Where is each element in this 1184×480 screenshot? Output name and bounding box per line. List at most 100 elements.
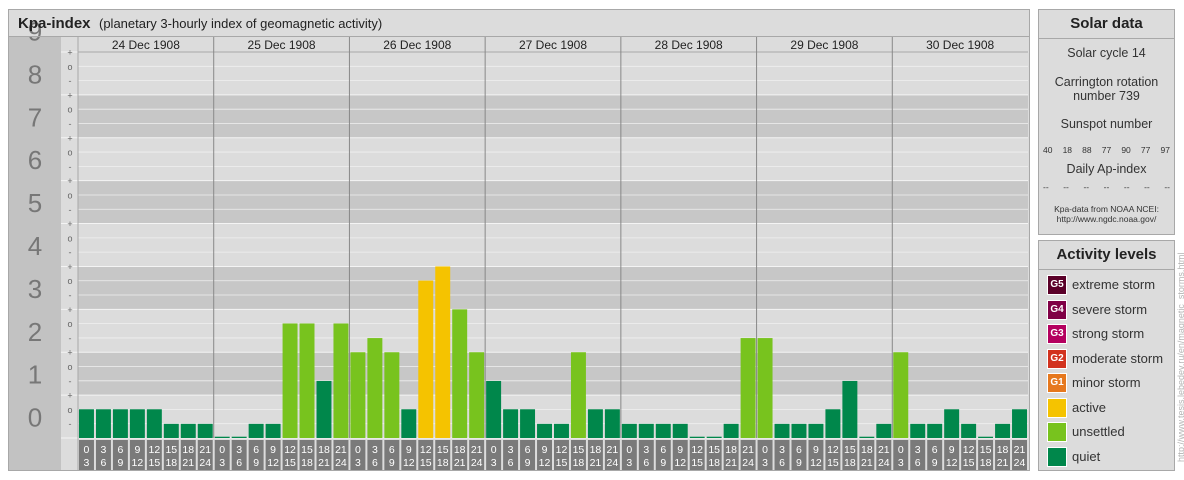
sub-tick-label: o [67, 362, 72, 372]
hour-end-label: 18 [980, 457, 992, 469]
sunspot-value-4: 90 [1121, 145, 1131, 155]
kp-bar [859, 436, 875, 438]
hour-end-label: 3 [491, 457, 497, 469]
activity-level-label: severe storm [1072, 301, 1148, 317]
hour-start-label: 21 [1014, 444, 1026, 456]
hour-end-label: 9 [117, 457, 123, 469]
hour-end-label: 18 [301, 457, 313, 469]
hour-end-label: 9 [660, 457, 666, 469]
hour-end-label: 15 [148, 457, 160, 469]
sub-tick-label: o [67, 319, 72, 329]
plot-band [78, 52, 1028, 95]
activity-level-swatch: G2 [1047, 348, 1067, 369]
kp-bar [570, 352, 586, 438]
hour-start-label: 6 [932, 444, 938, 456]
hour-end-label: 24 [199, 457, 211, 469]
sub-tick-label: + [67, 176, 72, 186]
hour-start-label: 6 [796, 444, 802, 456]
source-line2: http://www.ngdc.noaa.gov/ [1056, 214, 1157, 224]
sub-tick-label: o [67, 276, 72, 286]
hour-end-label: 24 [335, 457, 347, 469]
hour-end-label: 3 [898, 457, 904, 469]
hour-start-label: 6 [525, 444, 531, 456]
hour-start-label: 21 [471, 444, 483, 456]
kp-bar [316, 380, 332, 438]
hour-start-label: 15 [980, 444, 992, 456]
solar-data-title: Solar data [1039, 10, 1174, 39]
hour-start-label: 15 [573, 444, 585, 456]
kp-bar [910, 423, 926, 438]
kp-bar [95, 409, 111, 438]
plot-band [78, 223, 1028, 267]
sub-tick-label: - [69, 376, 72, 386]
sub-tick-label: o [67, 190, 72, 200]
y-tick-label: 5 [28, 188, 42, 218]
hour-start-label: 15 [437, 444, 449, 456]
hour-start-label: 15 [844, 444, 856, 456]
hour-end-label: 24 [607, 457, 619, 469]
kp-bar [79, 409, 94, 438]
kp-bar [367, 338, 383, 438]
activity-level-label: quiet [1072, 448, 1101, 464]
hour-end-label: 3 [626, 457, 632, 469]
hour-start-label: 6 [389, 444, 395, 456]
hour-end-label: 21 [318, 457, 330, 469]
kp-bar [197, 423, 213, 438]
ap-values: -- -- -- -- -- -- -- [1043, 182, 1170, 192]
hour-end-label: 3 [762, 457, 768, 469]
sub-tick-label: - [69, 419, 72, 429]
hour-end-label: 6 [236, 457, 242, 469]
kp-bar [418, 280, 434, 438]
hour-end-label: 3 [219, 457, 225, 469]
kp-bar [486, 380, 502, 438]
hour-start-label: 0 [84, 444, 90, 456]
sub-tick-label: + [67, 90, 72, 100]
kp-bar [503, 409, 519, 438]
source-line1: Kpa-data from NOAA NCEI: [1054, 204, 1159, 214]
hour-start-label: 21 [335, 444, 347, 456]
kpa-chart-panel: 0 1 2 3 4 5 6 7 8 9- o + - o + - o + - o + - o + - o + - o + - o + - o +24 … [8, 9, 1030, 471]
hour-start-label: 0 [219, 444, 225, 456]
hour-start-label: 9 [677, 444, 683, 456]
hour-start-label: 3 [779, 444, 785, 456]
plot-band [78, 94, 1028, 138]
activity-levels-title: Activity levels [1039, 241, 1174, 270]
hour-end-label: 12 [810, 457, 822, 469]
plot-band [78, 137, 1028, 181]
ap-value-1: -- [1063, 182, 1069, 192]
activity-level-label: minor storm [1072, 375, 1141, 390]
sub-tick-label: - [69, 119, 72, 129]
hour-end-label: 15 [963, 457, 975, 469]
sunspot-values: 40 18 88 77 90 77 97 [1043, 145, 1170, 155]
hour-end-label: 21 [997, 457, 1009, 469]
hour-end-label: 21 [725, 457, 737, 469]
ap-value-6: -- [1164, 182, 1170, 192]
hour-start-label: 3 [236, 444, 242, 456]
hour-start-label: 12 [148, 444, 160, 456]
hour-start-label: 3 [101, 444, 107, 456]
plot-band [78, 352, 1028, 396]
hour-start-label: 9 [813, 444, 819, 456]
hour-start-label: 9 [406, 444, 412, 456]
sub-tick-label: - [69, 162, 72, 172]
hour-start-label: 9 [134, 444, 140, 456]
kp-bar [520, 409, 536, 438]
sunspot-value-2: 88 [1082, 145, 1092, 155]
hour-start-label: 12 [963, 444, 975, 456]
activity-level-swatch: G3 [1047, 324, 1067, 344]
ap-value-5: -- [1144, 182, 1150, 192]
y-tick-label: 7 [28, 102, 42, 132]
hour-start-label: 9 [949, 444, 955, 456]
sub-tick-label: + [67, 391, 72, 401]
kp-bar [995, 423, 1011, 438]
sunspot-value-1: 18 [1062, 145, 1073, 155]
sunspot-value-6: 97 [1160, 145, 1170, 155]
day-label: 30 Dec 1908 [926, 38, 994, 52]
hour-start-label: 12 [556, 444, 568, 456]
activity-level-swatch [1047, 397, 1067, 418]
kp-bar [842, 380, 858, 438]
kp-bar [435, 266, 451, 438]
sub-tick-label: o [67, 105, 72, 115]
kp-bar [452, 309, 468, 438]
activity-level-label: unsettled [1072, 424, 1125, 439]
